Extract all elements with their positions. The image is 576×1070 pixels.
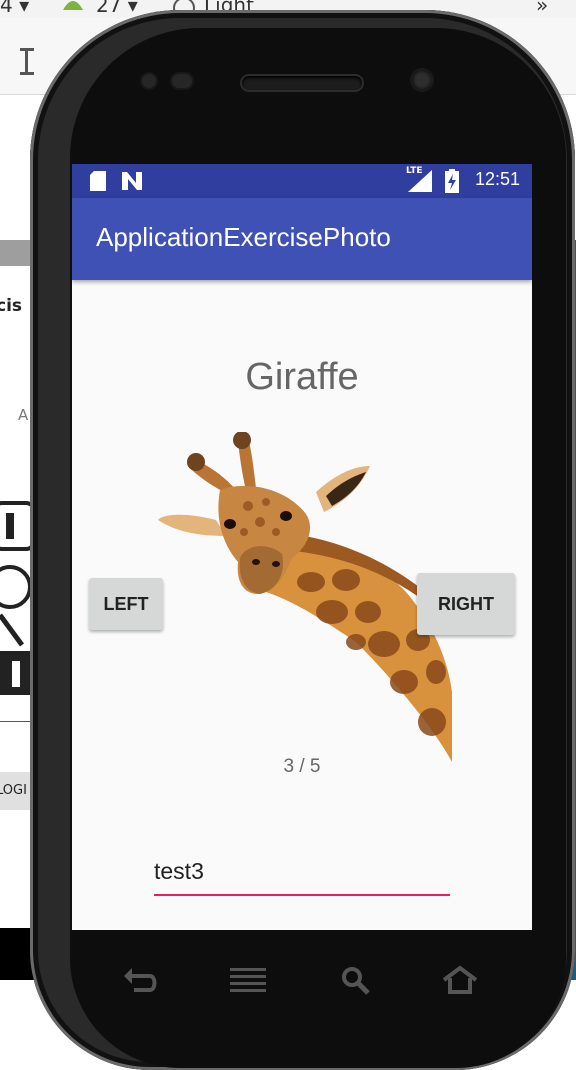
giraffe-photo: [158, 432, 452, 762]
animal-name-label: Giraffe: [245, 356, 359, 398]
battery-charging-icon: [445, 169, 459, 197]
earpiece-speaker: [242, 76, 362, 90]
right-button[interactable]: RIGHT: [417, 573, 515, 635]
text-input[interactable]: test3: [154, 858, 450, 898]
app-bar: ApplicationExercisePhoto: [72, 198, 532, 280]
phone-screen: LTE 12:51 ApplicationExercisePhoto Giraf…: [72, 164, 532, 930]
app-title: ApplicationExercisePhoto: [96, 222, 391, 252]
menu-key-icon[interactable]: [228, 964, 268, 996]
android-icon: [60, 0, 86, 14]
ide-toolbar-item[interactable]: 4 ▾: [0, 0, 29, 15]
light-sensor: [172, 74, 192, 88]
left-button[interactable]: LEFT: [89, 578, 163, 630]
search-key-icon[interactable]: [336, 964, 376, 996]
text-input-value[interactable]: test3: [154, 858, 204, 885]
ide-toolbar-item[interactable]: 27 ▾: [96, 0, 138, 15]
ide-left-heading: cis: [0, 296, 23, 316]
sd-card-icon: [90, 171, 106, 195]
back-key-icon[interactable]: [120, 964, 160, 996]
photo-counter: 3 / 5: [283, 756, 321, 777]
home-key-icon[interactable]: [440, 964, 480, 996]
status-clock: 12:51: [474, 169, 520, 189]
text-input-underline: [154, 894, 450, 896]
network-type-label: LTE: [406, 166, 423, 176]
front-camera: [412, 70, 432, 90]
status-bar: LTE 12:51: [72, 164, 532, 198]
n-notification-icon: [122, 172, 142, 194]
proximity-sensor: [142, 74, 156, 88]
ide-left-label: A: [18, 406, 29, 424]
text-cursor-icon[interactable]: [20, 48, 34, 92]
ide-overflow-item[interactable]: »: [536, 0, 548, 15]
